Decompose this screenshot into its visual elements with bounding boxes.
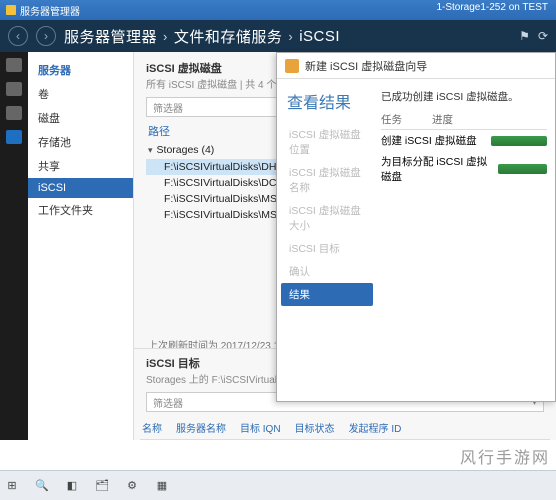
nav-forward-button[interactable]: › xyxy=(36,26,56,46)
result-row: 创建 iSCSI 虚拟磁盘 xyxy=(381,130,547,151)
wizard-step-confirm: 确认 xyxy=(281,260,373,283)
rail-local-icon[interactable] xyxy=(6,82,22,96)
wizard-step-target: iSCSI 目标 xyxy=(281,237,373,260)
rail-all-icon[interactable] xyxy=(6,106,22,120)
wizard-steps: 查看结果 iSCSI 虚拟磁盘位置 iSCSI 虚拟磁盘名称 iSCSI 虚拟磁… xyxy=(277,79,377,401)
explorer-icon[interactable]: 🗂 xyxy=(94,478,110,494)
wizard-page-title: 查看结果 xyxy=(281,89,373,123)
col-iqn[interactable]: 目标 IQN xyxy=(240,420,281,435)
wizard-result-message: 已成功创建 iSCSI 虚拟磁盘。 xyxy=(381,89,547,104)
breadcrumb-root[interactable]: 服务器管理器 xyxy=(64,26,157,47)
nav-disks[interactable]: 磁盘 xyxy=(28,106,133,130)
start-button[interactable]: ⊞ xyxy=(4,478,20,494)
nav-volumes[interactable]: 卷 xyxy=(28,82,133,106)
wizard-icon xyxy=(285,59,299,73)
new-vdisk-wizard: 新建 iSCSI 虚拟磁盘向导 查看结果 iSCSI 虚拟磁盘位置 iSCSI … xyxy=(276,52,556,402)
targets-columns: 名称 服务器名称 目标 IQN 目标状态 发起程序 ID xyxy=(140,416,550,440)
breadcrumb: 服务器管理器 › 文件和存储服务 › iSCSI xyxy=(64,26,340,47)
rail-dashboard-icon[interactable] xyxy=(6,58,22,72)
result-row: 为目标分配 iSCSI 虚拟磁盘 xyxy=(381,151,547,187)
vdisk-group-label: Storages (4) xyxy=(157,144,215,156)
wizard-step-result[interactable]: 结果 xyxy=(281,283,373,306)
search-icon[interactable]: 🔍 xyxy=(34,478,50,494)
header-bar: ‹ › 服务器管理器 › 文件和存储服务 › iSCSI ⚑ ⟳ xyxy=(0,20,556,52)
app-title: 服务器管理器 xyxy=(20,3,80,18)
nav-pools[interactable]: 存储池 xyxy=(28,130,133,154)
col-status[interactable]: 目标状态 xyxy=(295,420,335,435)
wizard-content: 已成功创建 iSCSI 虚拟磁盘。 任务 进度 创建 iSCSI 虚拟磁盘 为目… xyxy=(377,79,555,401)
result-col-task: 任务 xyxy=(381,112,402,127)
progress-bar xyxy=(491,136,547,146)
rail-file-icon[interactable] xyxy=(6,130,22,144)
filter-placeholder: 筛选器 xyxy=(153,395,183,410)
settings-icon[interactable]: ⚙ xyxy=(124,478,140,494)
result-col-progress: 进度 xyxy=(432,112,453,127)
taskbar: ⊞ 🔍 ◧ 🗂 ⚙ ▦ xyxy=(0,470,556,500)
wizard-step-location: iSCSI 虚拟磁盘位置 xyxy=(281,123,373,161)
wizard-step-name: iSCSI 虚拟磁盘名称 xyxy=(281,161,373,199)
flag-icon[interactable]: ⚑ xyxy=(519,29,530,43)
result-task-label: 创建 iSCSI 虚拟磁盘 xyxy=(381,133,477,148)
app-icon xyxy=(6,5,16,15)
result-task-label: 为目标分配 iSCSI 虚拟磁盘 xyxy=(381,154,492,184)
watermark: 风行手游网 xyxy=(460,444,550,468)
col-server[interactable]: 服务器名称 xyxy=(176,420,226,435)
wizard-head-label: 新建 iSCSI 虚拟磁盘向导 xyxy=(305,58,427,74)
refresh-icon[interactable]: ⟳ xyxy=(538,29,548,43)
taskview-icon[interactable]: ◧ xyxy=(64,478,80,494)
wizard-titlebar[interactable]: 新建 iSCSI 虚拟磁盘向导 xyxy=(277,53,555,79)
nav-servers[interactable]: 服务器 xyxy=(28,58,133,82)
filter-placeholder: 筛选器 xyxy=(153,100,183,115)
remote-title: 1-Storage1-252 on TEST xyxy=(436,2,548,13)
wizard-step-size: iSCSI 虚拟磁盘大小 xyxy=(281,199,373,237)
category-rail xyxy=(0,52,28,440)
app-icon[interactable]: ▦ xyxy=(154,478,170,494)
col-initiator[interactable]: 发起程序 ID xyxy=(349,420,402,435)
nav-shares[interactable]: 共享 xyxy=(28,154,133,178)
breadcrumb-sep-icon: › xyxy=(288,29,293,44)
nav-iscsi[interactable]: iSCSI xyxy=(28,178,133,198)
nav-back-button[interactable]: ‹ xyxy=(8,26,28,46)
nav-workfolders[interactable]: 工作文件夹 xyxy=(28,198,133,222)
col-name[interactable]: 名称 xyxy=(142,420,162,435)
breadcrumb-1[interactable]: 文件和存储服务 xyxy=(174,26,283,47)
breadcrumb-sep-icon: › xyxy=(163,29,168,44)
side-nav: 服务器 卷 磁盘 存储池 共享 iSCSI 工作文件夹 xyxy=(28,52,134,440)
progress-bar xyxy=(498,164,547,174)
breadcrumb-2[interactable]: iSCSI xyxy=(299,28,340,45)
